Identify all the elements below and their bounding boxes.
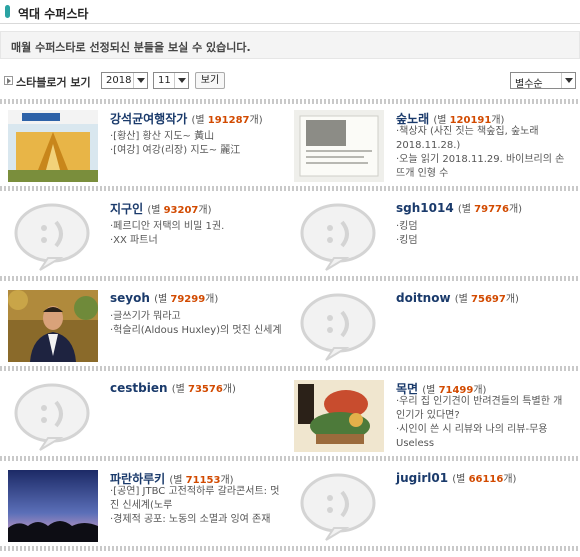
filter-label: 스타블로거 보기	[16, 76, 91, 89]
chevron-down-icon	[174, 73, 188, 88]
star-name[interactable]: 지구인 (별 93207개)	[110, 200, 212, 217]
notice-box: 매월 수퍼스타로 선정되신 분들을 보실 수 있습니다.	[0, 31, 580, 59]
chevron-down-icon	[133, 73, 147, 88]
dotted-separator	[0, 276, 580, 281]
illustration-painting-image[interactable]	[294, 380, 384, 452]
star-name-text[interactable]: 목면	[396, 382, 418, 396]
bangkok-book-cover-image[interactable]	[8, 110, 98, 182]
view-button[interactable]: 보기	[195, 72, 225, 89]
sort-select[interactable]: 별수순	[510, 72, 576, 90]
recent-post-link[interactable]: ·XX 파트너	[110, 231, 158, 246]
star-count: (별 75697개)	[454, 294, 519, 305]
filter-bar: 스타블로거 보기 2018 11 보기 별수순	[0, 70, 580, 92]
year-select-value: 2018	[106, 75, 132, 86]
star-count: (별 191287개)	[191, 115, 263, 126]
play-arrow-icon	[4, 76, 13, 85]
star-count: (별 93207개)	[147, 205, 212, 216]
star-name[interactable]: jugirl01 (별 66116개)	[396, 470, 516, 485]
recent-post-link[interactable]: ·페르디안 저택의 비밀 1권.	[110, 217, 224, 232]
star-name-text[interactable]: doitnow	[396, 291, 451, 305]
star-name-text[interactable]: 숲노래	[396, 112, 429, 126]
month-select-value: 11	[158, 75, 171, 86]
dotted-separator	[0, 186, 580, 191]
chevron-down-icon	[561, 73, 575, 88]
recent-post-link[interactable]: ·[여강] 여강(리장) 지도~ 麗江	[110, 141, 240, 156]
year-select[interactable]: 2018	[101, 72, 148, 89]
star-count-value: 191287	[207, 115, 250, 126]
star-count-value: 66116	[468, 474, 504, 485]
default-speech-bubble-icon[interactable]	[294, 470, 384, 542]
default-speech-bubble-icon[interactable]	[294, 200, 384, 272]
star-name[interactable]: doitnow (별 75697개)	[396, 290, 519, 305]
star-count-value: 73576	[187, 384, 223, 395]
default-speech-bubble-icon[interactable]	[8, 380, 98, 452]
sunset-photo-image[interactable]	[8, 470, 98, 542]
dotted-separator	[0, 546, 580, 551]
notice-text: 매월 수퍼스타로 선정되신 분들을 보실 수 있습니다.	[11, 41, 251, 54]
recent-post-link[interactable]: ·[황산] 황산 지도~ 黃山	[110, 127, 214, 142]
month-select[interactable]: 11	[153, 72, 189, 89]
star-name[interactable]: sgh1014 (별 79776개)	[396, 200, 522, 215]
star-name[interactable]: 강석균여행작가 (별 191287개)	[110, 110, 263, 127]
recent-post-link[interactable]: ·책상자 (사진 짓는 책숲집, 숲노래 2018.11.28.)	[396, 125, 566, 153]
star-name-text[interactable]: 강석균여행작가	[110, 112, 187, 126]
star-count-value: 79299	[170, 294, 206, 305]
recent-post-link[interactable]: ·글쓰기가 뭐라고	[110, 307, 181, 322]
star-name-text[interactable]: jugirl01	[396, 471, 448, 485]
recent-post-link[interactable]: ·킹덤	[396, 217, 418, 232]
recent-post-link[interactable]: ·킹덤	[396, 231, 418, 246]
default-speech-bubble-icon[interactable]	[294, 290, 384, 362]
title-accent-mark	[5, 5, 10, 18]
star-name-text[interactable]: sgh1014	[396, 201, 454, 215]
recent-post-link[interactable]: ·경제적 공포: 노동의 소멸과 잉여 존재	[110, 513, 280, 527]
recent-post-link[interactable]: ·오늘 읽기 2018.11.29. 바이브리의 손뜨개 인형 수	[396, 153, 566, 181]
dotted-separator	[0, 456, 580, 461]
star-name[interactable]: cestbien (별 73576개)	[110, 380, 236, 395]
star-count-value: 79776	[474, 204, 509, 215]
star-count: (별 79776개)	[457, 204, 523, 215]
sort-select-value: 별수순	[515, 79, 543, 90]
star-card[interactable]: jugirl01 (별 66116개)	[286, 470, 566, 557]
star-count: (별 79299개)	[154, 294, 219, 305]
star-card[interactable]: 파란하루키 (별 71153개) ·[공연] JTBC 고전적하루 갈라콘서트:…	[0, 470, 280, 557]
dotted-separator	[0, 99, 580, 104]
star-count-value: 75697	[471, 294, 506, 305]
default-speech-bubble-icon[interactable]	[8, 200, 98, 272]
recent-post-link[interactable]: ·시인이 쓴 시 리뷰와 나의 리뷰-무용 Useless	[396, 423, 566, 451]
star-name[interactable]: seyoh (별 79299개)	[110, 290, 218, 305]
recent-post-link[interactable]: ·[공연] JTBC 고전적하루 갈라콘서트: 멋진 신세계(노루	[110, 485, 280, 513]
man-portrait-image[interactable]	[8, 290, 98, 362]
star-name-text[interactable]: cestbien	[110, 381, 168, 395]
page-header: 역대 수퍼스타	[0, 0, 580, 24]
star-count: (별 73576개)	[171, 384, 236, 395]
star-name-text[interactable]: 지구인	[110, 202, 143, 216]
page-title: 역대 수퍼스타	[18, 7, 89, 21]
star-count: (별 66116개)	[452, 474, 517, 485]
book-page-photo-image[interactable]	[294, 110, 384, 182]
recent-post-link[interactable]: ·우리 집 인기견이 반려견들의 특별한 개인기가 있다면?	[396, 395, 566, 423]
star-count-value: 93207	[163, 205, 199, 216]
recent-post-link[interactable]: ·헉슬리(Aldous Huxley)의 멋진 신세계	[110, 321, 282, 336]
dotted-separator	[0, 366, 580, 371]
star-name-text[interactable]: 파란하루키	[110, 472, 165, 486]
star-name-text[interactable]: seyoh	[110, 291, 150, 305]
